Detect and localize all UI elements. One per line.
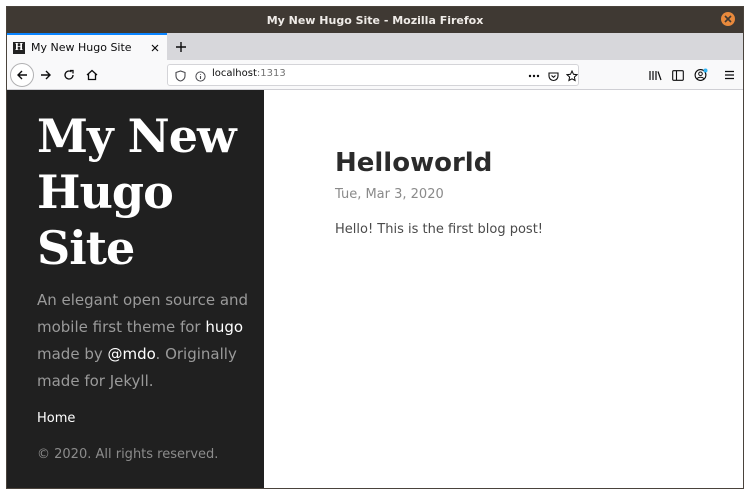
post-date: Tue, Mar 3, 2020 [335,187,444,202]
tab-strip: H My New Hugo Site [7,33,743,60]
mdo-link[interactable]: @mdo [108,345,156,363]
reload-button[interactable] [57,63,81,87]
tab-my-new-hugo-site[interactable]: H My New Hugo Site [7,33,167,60]
close-icon [151,44,159,51]
plus-icon [176,42,186,52]
browser-window: My New Hugo Site - Mozilla Firefox H My … [6,6,744,489]
forward-arrow-icon [41,70,51,80]
close-icon [724,15,732,23]
pocket-icon[interactable] [545,68,561,84]
reload-icon [64,69,74,80]
navigation-toolbar: localhost:1313 [7,60,743,90]
home-button[interactable] [80,63,104,87]
main-content: Helloworld Tue, Mar 3, 2020 Hello! This … [264,90,743,488]
site-info-icon[interactable] [192,68,208,84]
sidebar-icon[interactable] [670,67,686,83]
nav-home-link[interactable]: Home [37,411,75,426]
window-close-button[interactable] [721,12,735,26]
bookmark-star-icon[interactable] [564,68,580,84]
site-sidebar: My New Hugo Site An elegant open source … [7,90,264,488]
url-text[interactable]: localhost:1313 [212,68,286,79]
site-favicon-icon: H [13,41,25,54]
url-bar[interactable]: localhost:1313 [167,64,579,86]
account-icon[interactable] [693,67,709,83]
window-title: My New Hugo Site - Mozilla Firefox [266,13,484,27]
tracking-shield-icon[interactable] [172,68,188,84]
site-description: An elegant open source and mobile first … [37,287,252,395]
forward-button[interactable] [34,63,58,87]
url-host: localhost [212,68,257,79]
tab-title: My New Hugo Site [31,41,132,54]
post-body: Hello! This is the first blog post! [335,222,543,237]
new-tab-button[interactable] [171,37,191,57]
copyright-text: © 2020. All rights reserved. [37,447,219,462]
site-title-link[interactable]: My New Hugo Site [37,108,247,276]
post-title[interactable]: Helloworld [335,148,492,178]
library-icon[interactable] [647,67,663,83]
page-content: My New Hugo Site An elegant open source … [7,90,743,488]
more-actions-icon[interactable] [526,68,542,84]
url-port: :1313 [256,68,286,79]
tab-close-button[interactable] [147,40,163,56]
description-text-2: made by [37,345,108,363]
hamburger-menu-icon[interactable] [721,67,737,83]
home-icon [86,69,98,81]
back-arrow-icon [17,70,27,80]
back-button[interactable] [10,63,34,87]
title-bar: My New Hugo Site - Mozilla Firefox [7,7,743,33]
hugo-link[interactable]: hugo [205,318,243,336]
